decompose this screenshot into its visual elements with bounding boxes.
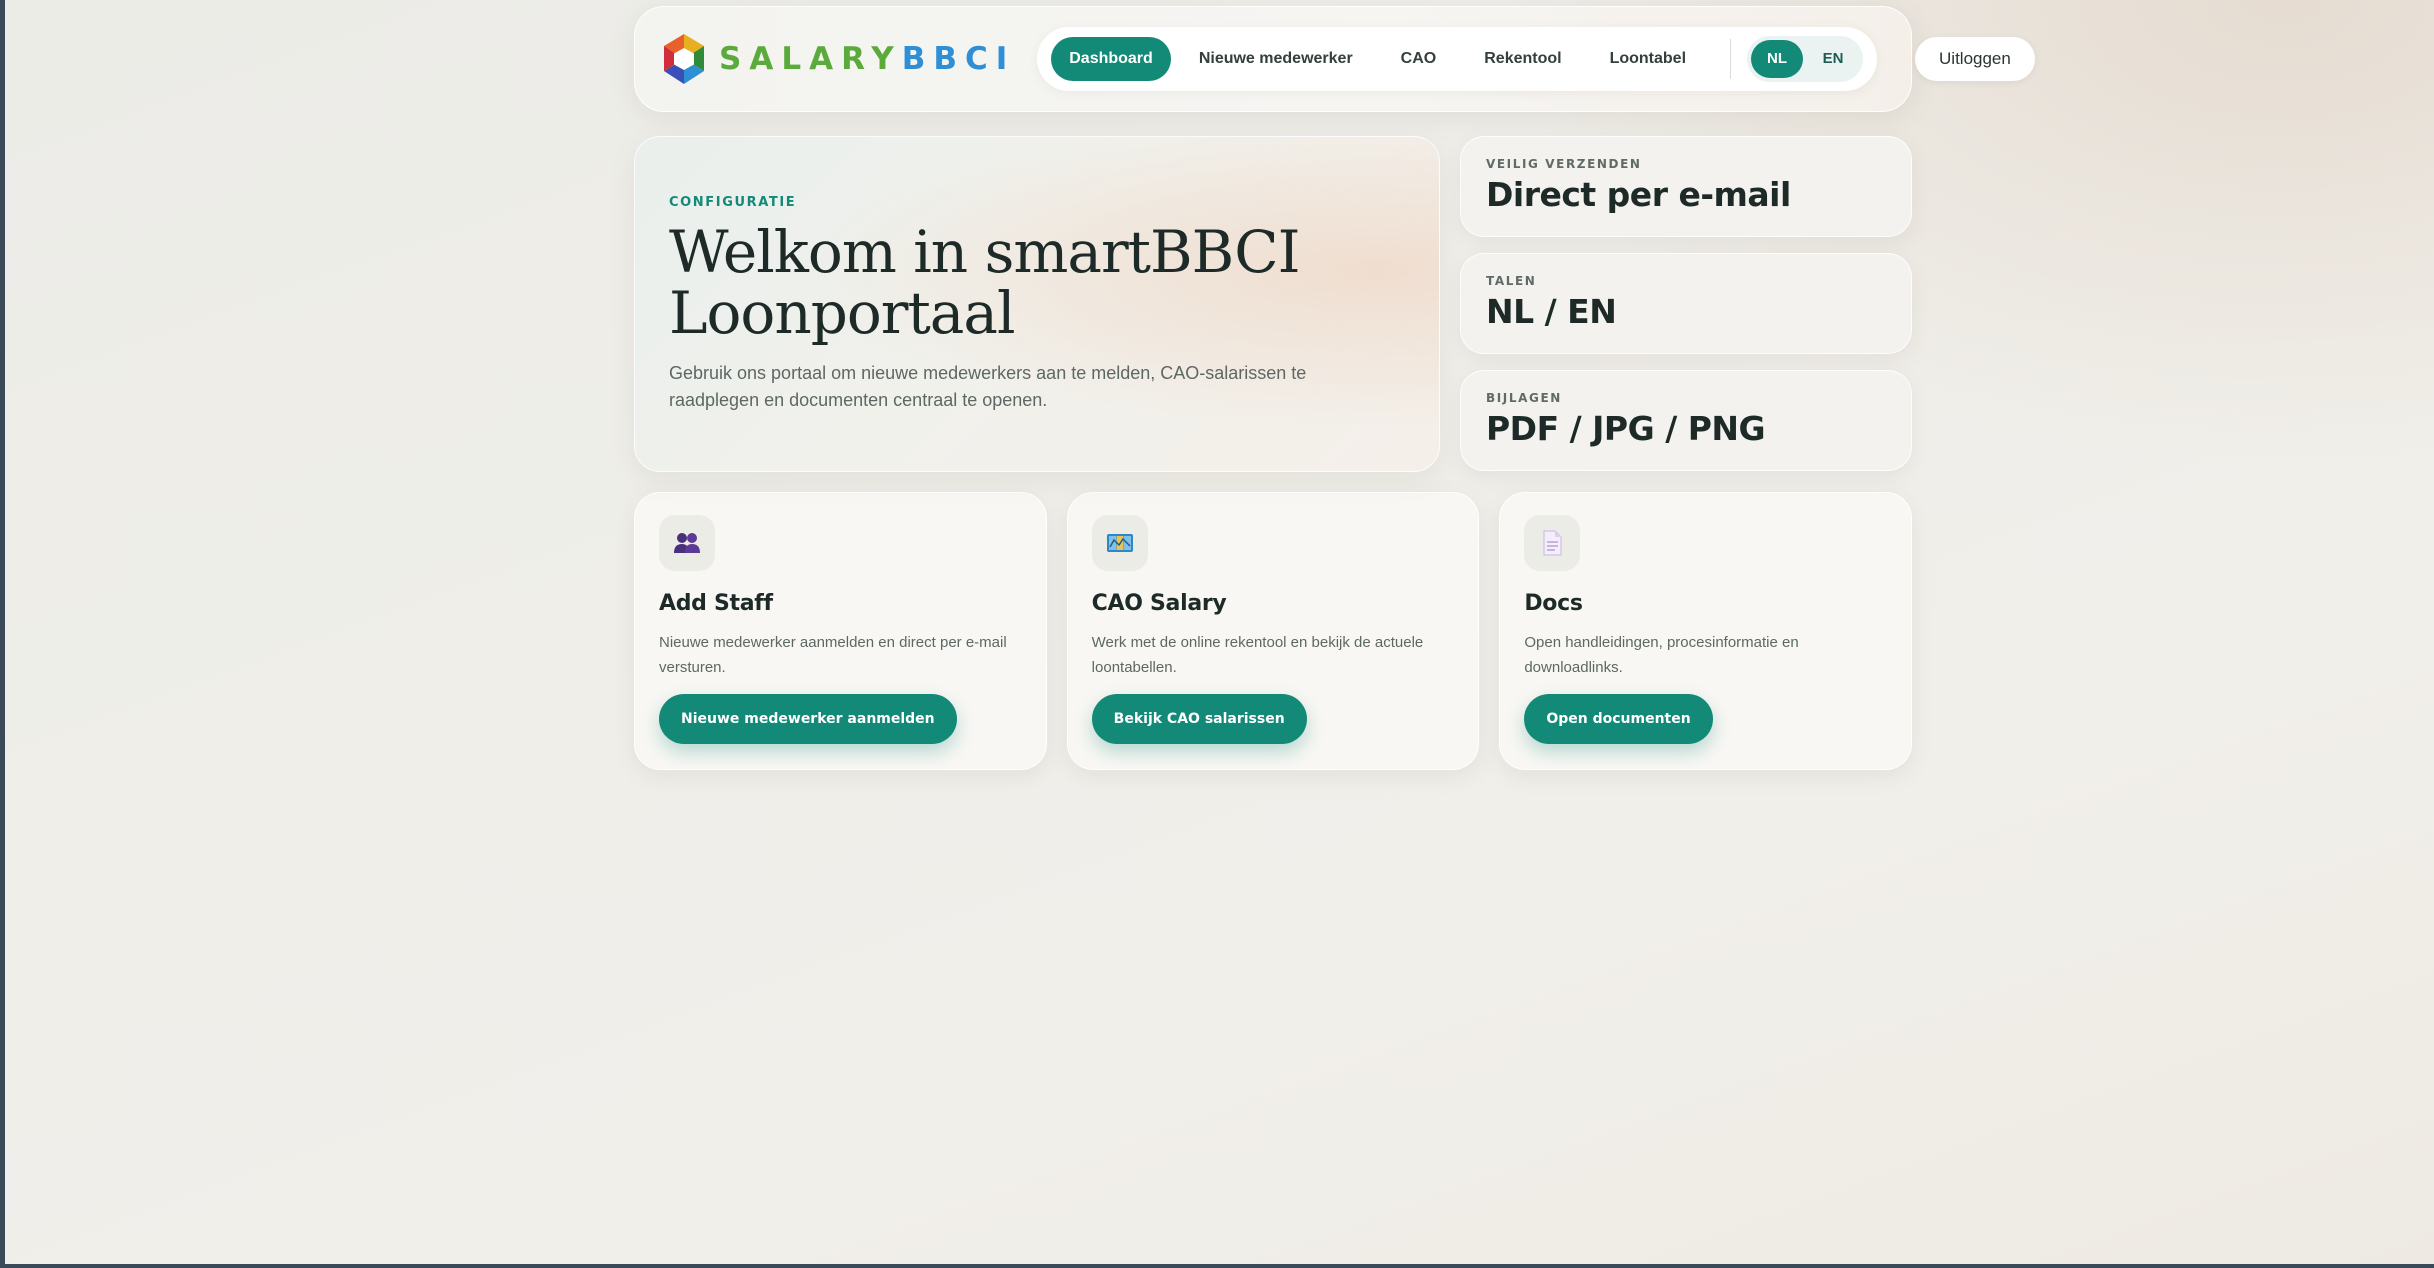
top-header: SALARYBBCI Dashboard Nieuwe medewerker C… (634, 6, 2035, 112)
action-cards: Add Staff Nieuwe medewerker aanmelden en… (634, 492, 1913, 770)
window-frame-left (0, 0, 5, 1268)
nav-dashboard[interactable]: Dashboard (1051, 37, 1171, 81)
add-staff-button[interactable]: Nieuwe medewerker aanmelden (659, 694, 957, 744)
logout-button[interactable]: Uitloggen (1915, 37, 2035, 81)
nav-nieuwe-medewerker[interactable]: Nieuwe medewerker (1179, 37, 1373, 81)
hero-row: CONFIGURATIE Welkom in smartBBCI Loonpor… (634, 136, 1912, 472)
card-cao-salary: CAO Salary Werk met de online rekentool … (1066, 492, 1480, 770)
lang-nl-button[interactable]: NL (1751, 40, 1804, 78)
map-icon (1091, 515, 1148, 571)
hero-description: Gebruik ons portaal om nieuwe medewerker… (669, 363, 1307, 410)
card-title: Docs (1524, 591, 1583, 616)
nav-loontabel[interactable]: Loontabel (1590, 37, 1706, 81)
nav-divider (1730, 39, 1732, 79)
page-title: Welkom in smartBBCI Loonportaal (669, 222, 1405, 344)
hero-eyebrow: CONFIGURATIE (669, 195, 797, 210)
stat-label: VEILIG VERZENDEN (1486, 157, 1642, 171)
main-nav: Dashboard Nieuwe medewerker CAO Rekentoo… (1037, 27, 1878, 91)
stat-label: TALEN (1486, 274, 1537, 288)
page-container: SALARYBBCI Dashboard Nieuwe medewerker C… (634, 6, 2035, 770)
stat-card-email: VEILIG VERZENDEN Direct per e-mail (1460, 136, 1912, 237)
nav-rekentool[interactable]: Rekentool (1464, 37, 1581, 81)
card-title: CAO Salary (1091, 591, 1227, 616)
card-docs: Docs Open handleidingen, procesinformati… (1499, 492, 1913, 770)
stat-card-languages: TALEN NL / EN (1460, 253, 1912, 354)
language-toggle: NL EN (1747, 36, 1864, 82)
window-frame-bottom (0, 1264, 2434, 1268)
card-description: Open handleidingen, procesinformatie en … (1524, 634, 1799, 676)
view-cao-salaries-button[interactable]: Bekijk CAO salarissen (1091, 694, 1307, 744)
brand-name-part1: SALARY (719, 41, 902, 77)
stat-card-attachments: BIJLAGEN PDF / JPG / PNG (1460, 370, 1912, 471)
people-icon (659, 515, 715, 571)
card-description: Werk met de online rekentool en bekijk d… (1091, 634, 1424, 676)
brand-name-part2: BBCI (901, 41, 1016, 77)
welcome-hero: CONFIGURATIE Welkom in smartBBCI Loonpor… (634, 136, 1440, 472)
page-title-line1: Welkom in smartBBCI (669, 218, 1301, 286)
brand-logo[interactable]: SALARYBBCI (659, 32, 1015, 86)
stat-value: Direct per e-mail (1486, 175, 1791, 214)
stat-value: PDF / JPG / PNG (1486, 409, 1766, 448)
card-title: Add Staff (659, 591, 773, 616)
open-documents-button[interactable]: Open documenten (1524, 694, 1713, 744)
nav-cao[interactable]: CAO (1381, 37, 1457, 81)
brand-name: SALARYBBCI (719, 41, 1015, 77)
page-title-line2: Loonportaal (669, 279, 1015, 347)
info-stats: VEILIG VERZENDEN Direct per e-mail TALEN… (1460, 136, 1912, 472)
card-add-staff: Add Staff Nieuwe medewerker aanmelden en… (634, 492, 1047, 770)
stat-value: NL / EN (1486, 292, 1617, 331)
lang-en-button[interactable]: EN (1807, 40, 1859, 78)
document-icon (1524, 515, 1581, 571)
hexagon-logo-icon (664, 34, 704, 84)
stat-label: BIJLAGEN (1486, 391, 1562, 405)
card-description: Nieuwe medewerker aanmelden en direct pe… (659, 634, 1007, 676)
